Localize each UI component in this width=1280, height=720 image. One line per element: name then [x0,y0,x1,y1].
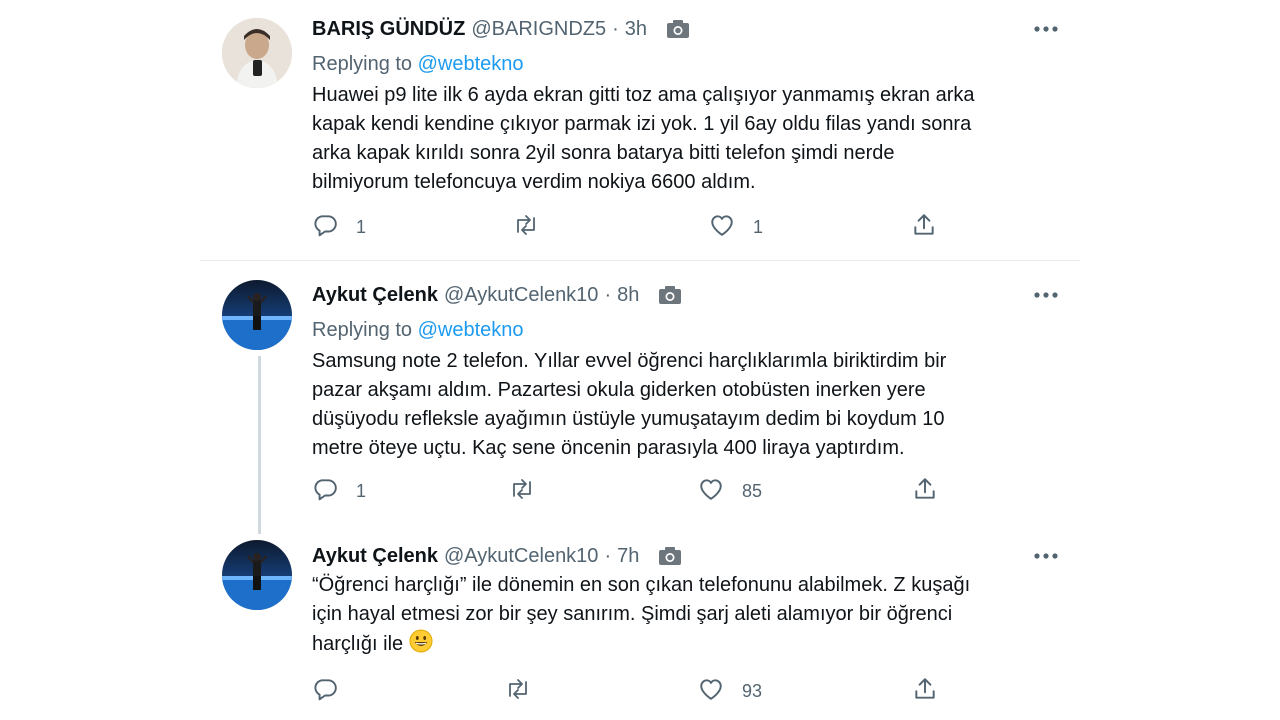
reply-button[interactable]: 1 [312,212,366,242]
avatar[interactable] [222,540,292,610]
grinning-face-emoji-icon [409,629,433,662]
tweet-text-line: arka kapak kırıldı sonra 2yil sonra bata… [312,142,895,164]
author-handle[interactable]: @AykutCelenk10 [444,284,598,307]
tweet-text: Samsung note 2 telefon. Yıllar evvel öğr… [312,347,1080,463]
avatar[interactable] [222,18,292,88]
tweet-text-line: Huawei p9 lite ilk 6 ayda ekran gitti to… [312,84,975,106]
timestamp[interactable]: 7h [617,545,639,568]
heart-icon [698,477,724,506]
author-name[interactable]: Aykut Çelenk [312,545,438,568]
retweet-button[interactable] [508,476,554,506]
retweet-icon [504,676,532,707]
replying-prefix: Replying to [312,319,413,341]
tweet-text-line: pazar akşamı aldım. Pazartesi okula gide… [312,379,926,401]
replying-to: Replying to @webtekno [312,52,1080,76]
replying-prefix: Replying to [312,53,413,75]
tweet-text-line: bilmiyorum telefoncuya verdim nokiya 660… [312,171,756,193]
tweet-text-line: metre öteye uçtu. Kaç sene öncenin paras… [312,437,905,459]
like-count: 1 [753,216,764,237]
tweet-actions: 1 85 [312,476,952,506]
tweet-text-line: düşüyodu refleksle ayağımın üstüyle yumu… [312,408,945,430]
more-options-icon[interactable] [1034,543,1058,569]
separator: · [612,17,619,40]
separator: · [604,544,612,567]
tweet-text-line: “Öğrenci harçlığı” ile dönemin en son çı… [312,574,971,596]
reply-count: 1 [356,216,367,237]
tweet-text: “Öğrenci harçlığı” ile dönemin en son çı… [312,571,1080,662]
share-icon [911,212,937,243]
like-button[interactable]: 93 [698,676,762,706]
camera-icon [659,286,682,304]
timestamp[interactable]: 3h [625,18,647,41]
tweet-text-line: harçlığı ile [312,629,1080,662]
reply-icon [312,476,338,507]
reply-icon [312,212,338,243]
like-count: 85 [742,480,763,501]
replying-to: Replying to @webtekno [312,318,1080,342]
like-button[interactable]: 85 [698,476,762,506]
tweet-1[interactable]: BARIŞ GÜNDÜZ @BARIGNDZ5 · 3h Replying to… [200,16,1080,256]
camera-icon [667,20,690,38]
camera-icon [659,547,682,565]
mention-link[interactable]: @webtekno [418,53,524,75]
share-icon [912,676,938,707]
tweet-2[interactable]: Aykut Çelenk @AykutCelenk10 · 8h Replyin… [200,280,1080,522]
retweet-icon [508,476,536,507]
author-handle[interactable]: @AykutCelenk10 [444,545,598,568]
reply-button[interactable] [312,676,356,706]
avatar[interactable] [222,280,292,350]
heart-icon [709,213,735,242]
tweet-actions: 1 1 [312,212,952,242]
share-button[interactable] [912,476,938,506]
like-button[interactable]: 1 [709,212,763,242]
heart-icon [698,677,724,706]
author-handle[interactable]: @BARIGNDZ5 [471,18,606,41]
retweet-icon [512,212,540,243]
tweet-divider [200,260,1080,261]
tweet-3[interactable]: Aykut Çelenk @AykutCelenk10 · 7h “Öğrenc… [200,540,1080,718]
author-name[interactable]: Aykut Çelenk [312,284,438,307]
reply-button[interactable]: 1 [312,476,366,506]
tweet-actions: 93 [312,676,952,706]
tweet-text: Huawei p9 lite ilk 6 ayda ekran gitti to… [312,81,1080,197]
share-button[interactable] [911,212,937,242]
tweet-text-line: kapak kendi kendine çıkıyor parmak izi y… [312,113,972,135]
author-name[interactable]: BARIŞ GÜNDÜZ [312,18,465,41]
retweet-button[interactable] [512,212,558,242]
more-options-icon[interactable] [1034,282,1058,308]
tweet-text-line: için hayal etmesi zor bir şey sanırım. Ş… [312,603,953,625]
share-icon [912,476,938,507]
more-options-icon[interactable] [1034,16,1058,42]
tweet-text-fragment: harçlığı ile [312,633,404,655]
like-count: 93 [742,680,763,701]
tweet-text-line: Samsung note 2 telefon. Yıllar evvel öğr… [312,350,947,372]
reply-icon [312,676,338,707]
share-button[interactable] [912,676,938,706]
timestamp[interactable]: 8h [617,284,639,307]
reply-count: 1 [356,480,367,501]
mention-link[interactable]: @webtekno [418,319,524,341]
separator: · [604,283,612,306]
retweet-button[interactable] [504,676,550,706]
